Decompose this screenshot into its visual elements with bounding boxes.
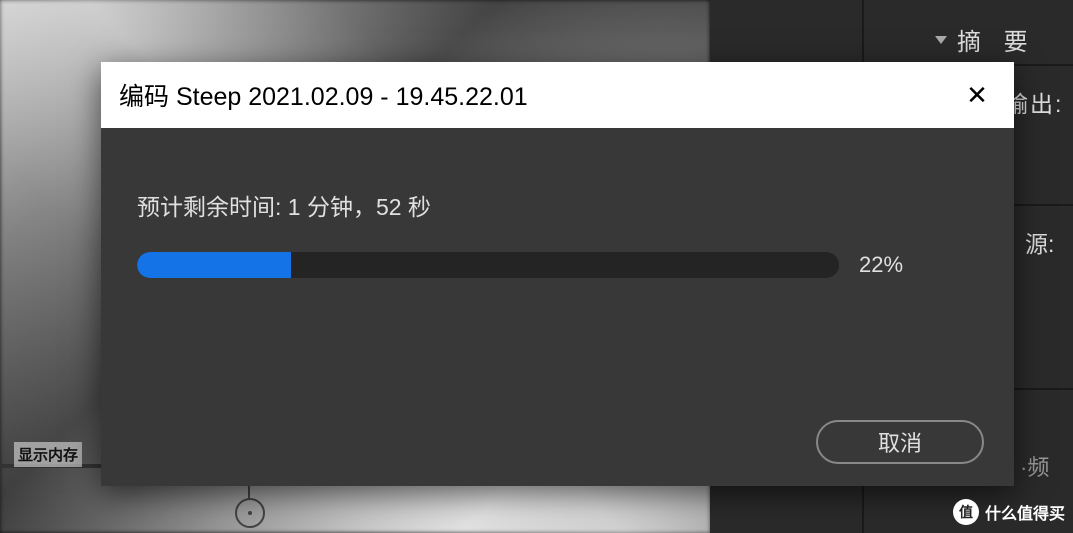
watermark-text: 什么值得买 (985, 500, 1065, 524)
progress-bar (137, 252, 839, 278)
dialog-titlebar[interactable]: 编码 Steep 2021.02.09 - 19.45.22.01 ✕ (101, 62, 1014, 128)
timeline-marker (248, 485, 250, 499)
time-remaining-label: 预计剩余时间: (137, 194, 281, 220)
time-remaining-value: 1 分钟，52 秒 (288, 194, 431, 220)
cancel-button[interactable]: 取消 (816, 420, 984, 464)
source-label: 源: (1025, 225, 1054, 259)
timeline-playhead[interactable] (235, 498, 265, 528)
close-icon[interactable]: ✕ (962, 80, 992, 111)
watermark-icon: 值 (953, 499, 979, 525)
progress-row: 22% (137, 252, 962, 278)
dialog-body: 预计剩余时间: 1 分钟，52 秒 22% (101, 128, 1014, 278)
summary-section[interactable]: 摘 要 (935, 22, 1036, 57)
time-remaining-text: 预计剩余时间: 1 分钟，52 秒 (137, 188, 962, 222)
chevron-down-icon (935, 36, 947, 44)
dialog-title: 编码 Steep 2021.02.09 - 19.45.22.01 (119, 77, 528, 113)
display-memory-label: 显示内存 (14, 442, 82, 467)
cancel-button-label: 取消 (878, 426, 922, 458)
watermark: 值 什么值得买 (953, 499, 1065, 525)
video-label: ·频 (1020, 450, 1049, 482)
encoding-progress-dialog: 编码 Steep 2021.02.09 - 19.45.22.01 ✕ 预计剩余… (101, 62, 1014, 486)
progress-percent: 22% (859, 252, 903, 278)
progress-fill (137, 252, 291, 278)
summary-label: 摘 要 (957, 22, 1036, 57)
